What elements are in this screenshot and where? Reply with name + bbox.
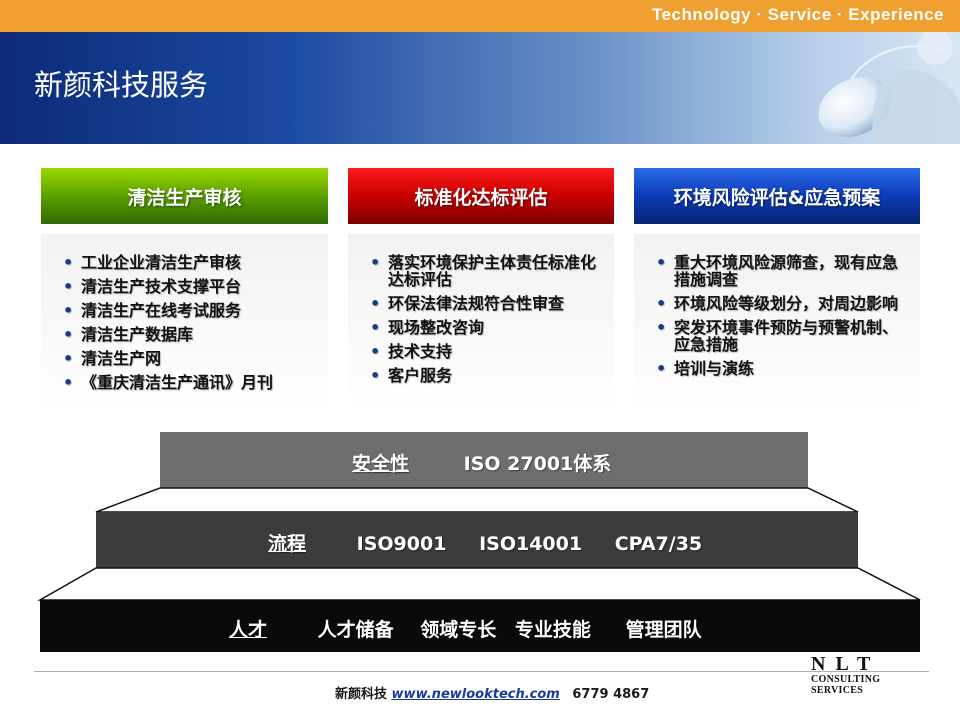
mouse-illustration-icon [818,32,960,144]
page-title: 新颜科技服务 [34,68,209,102]
nlt-logo: NLT CONSULTING SERVICES [811,653,881,696]
list-item: 现场整改咨询 [368,319,600,336]
list-item: 客户服务 [368,367,600,384]
card-header-cleaner-production: 清洁生产审核 [41,168,328,224]
banner: 新颜科技服务 [0,32,960,144]
tagline: Technology · Service · Experience [651,5,944,24]
service-list: 工业企业清洁生产审核 清洁生产技术支撑平台 清洁生产在线考试服务 清洁生产数据库… [41,234,328,391]
pyramid-bottom-text: 人才 人才储备 领域专长 专业技能 管理团队 [229,619,702,641]
footer-phone: 6779 4867 [572,687,650,702]
list-item: 工业企业清洁生产审核 [61,254,314,271]
service-list: 落实环境保护主体责任标准化达标评估 环保法律法规符合性审查 现场整改咨询 技术支… [348,234,614,384]
top-bar: Technology · Service · Experience [0,0,960,32]
list-item: 清洁生产技术支撑平台 [61,278,314,295]
pyramid-top-bevel [95,487,859,513]
pyramid-top-text: 安全性 ISO 27001体系 [352,453,612,475]
list-item: 培训与演练 [654,360,906,377]
card-header-environment-risk: 环境风险评估&应急预案 [634,168,920,224]
pyramid-middle-bevel [37,567,921,601]
list-item: 环境风险等级划分，对周边影响 [654,295,906,312]
list-item: 清洁生产数据库 [61,326,314,343]
list-item: 落实环境保护主体责任标准化达标评估 [368,254,600,288]
list-item: 清洁生产网 [61,350,314,367]
footer-contact: 新颜科技 www.newlooktech.com 6779 4867 [335,683,649,702]
footer-divider [34,671,929,672]
pyramid-middle-text: 流程 ISO9001 ISO14001 CPA7/35 [268,533,703,555]
list-item: 《重庆清洁生产通讯》月刊 [61,374,314,391]
card-body-cleaner-production: 工业企业清洁生产审核 清洁生产技术支撑平台 清洁生产在线考试服务 清洁生产数据库… [41,234,328,412]
list-item: 重大环境风险源筛查，现有应急措施调查 [654,254,906,288]
card-body-environment-risk: 重大环境风险源筛查，现有应急措施调查 环境风险等级划分，对周边影响 突发环境事件… [634,234,920,412]
list-item: 清洁生产在线考试服务 [61,302,314,319]
card-header-standardization: 标准化达标评估 [348,168,614,224]
footer-company: 新颜科技 [335,687,388,702]
list-item: 技术支持 [368,343,600,360]
card-body-standardization: 落实环境保护主体责任标准化达标评估 环保法律法规符合性审查 现场整改咨询 技术支… [348,234,614,412]
footer-url-link[interactable]: www.newlooktech.com [392,687,560,702]
list-item: 突发环境事件预防与预警机制、应急措施 [654,319,906,353]
list-item: 环保法律法规符合性审查 [368,295,600,312]
service-list: 重大环境风险源筛查，现有应急措施调查 环境风险等级划分，对周边影响 突发环境事件… [634,234,920,377]
